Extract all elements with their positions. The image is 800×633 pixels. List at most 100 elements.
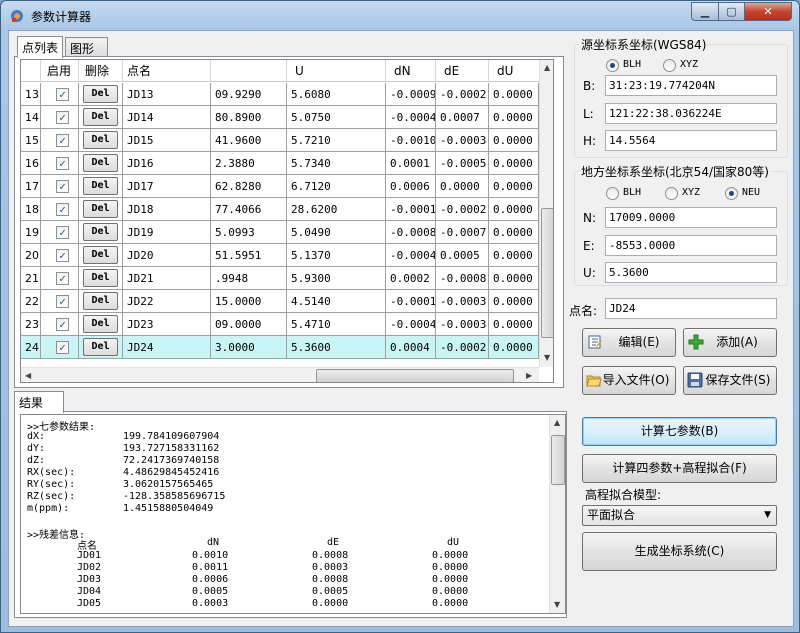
table-row[interactable]: 19 ✓ Del JD19 5.0993 5.0490 -0.0008 -0.0007 0.00… [21, 221, 539, 244]
cell-idx[interactable]: 21 [21, 267, 41, 290]
cell-u[interactable]: 28.6200 [287, 198, 386, 221]
cell-name[interactable]: JD20 [123, 244, 211, 267]
results-scroll-up-icon[interactable]: ▲ [554, 418, 560, 427]
local-radio-xyz-label[interactable]: XYZ [682, 187, 700, 198]
table-row[interactable]: 22 ✓ Del JD22 15.0000 4.5140 -0.0001 -0.0003 0.0… [21, 290, 539, 313]
cell-name[interactable]: JD13 [123, 83, 211, 106]
header-dn[interactable]: dN [386, 60, 436, 82]
header-enable[interactable]: 启用 [41, 60, 79, 82]
delete-row-button[interactable]: Del [83, 108, 118, 126]
header-name[interactable]: 点名 [123, 60, 211, 82]
results-text[interactable]: >>七参数结果: dX: 199.784109607904 dY: 193.727158… [20, 414, 566, 614]
save-file-button[interactable]: 保存文件(S) [683, 366, 777, 395]
delete-cell[interactable]: Del [79, 198, 123, 221]
cell-u[interactable]: 5.7340 [287, 152, 386, 175]
cell-du[interactable]: 0.0000 [489, 198, 539, 221]
point-grid[interactable]: 启用 删除 点名 U dN dE dU 13 ✓ Del JD13 09.9290 5.6… [20, 59, 554, 383]
cell-idx[interactable]: 16 [21, 152, 41, 175]
header-h[interactable] [211, 60, 287, 82]
cell-dn[interactable]: 0.0004 [386, 336, 436, 359]
cell-idx[interactable]: 18 [21, 198, 41, 221]
header-du[interactable]: dU [489, 60, 539, 82]
header-delete[interactable]: 删除 [79, 60, 123, 82]
scroll-left-icon[interactable]: ◀ [25, 371, 31, 380]
results-scroll-thumb[interactable] [551, 435, 565, 485]
delete-cell[interactable]: Del [79, 221, 123, 244]
cell-idx[interactable]: 23 [21, 313, 41, 336]
cell-du[interactable]: 0.0000 [489, 244, 539, 267]
header-de[interactable]: dE [436, 60, 489, 82]
cell-du[interactable]: 0.0000 [489, 313, 539, 336]
cell-u[interactable]: 5.7210 [287, 129, 386, 152]
close-button[interactable]: ✕ [744, 2, 792, 21]
table-row[interactable]: 13 ✓ Del JD13 09.9290 5.6080 -0.0009 -0.0002 0.0… [21, 83, 539, 106]
cell-de[interactable]: -0.0003 [436, 313, 489, 336]
delete-cell[interactable]: Del [79, 175, 123, 198]
delete-row-button[interactable]: Del [83, 338, 118, 356]
maximize-button[interactable]: ▢ [718, 2, 745, 21]
u-field[interactable]: 5.3600 [605, 262, 777, 283]
cell-u[interactable]: 5.3600 [287, 336, 386, 359]
cell-idx[interactable]: 24 [21, 336, 41, 359]
cell-dn[interactable]: -0.0004 [386, 244, 436, 267]
table-row[interactable]: 24 ✓ Del JD24 3.0000 5.3600 0.0004 -0.0002 0.000… [21, 336, 539, 359]
h-field[interactable]: 14.5564 [605, 130, 777, 151]
table-row[interactable]: 16 ✓ Del JD16 2.3880 5.7340 0.0001 -0.0005 0.000… [21, 152, 539, 175]
cell-h[interactable]: 5.0993 [211, 221, 287, 244]
tab-results[interactable]: 结果 [14, 391, 64, 413]
minimize-button[interactable]: ▁ [691, 2, 719, 21]
cell-u[interactable]: 5.0750 [287, 106, 386, 129]
grid-vertical-thumb[interactable] [541, 208, 553, 338]
cell-h[interactable]: 2.3880 [211, 152, 287, 175]
cell-name[interactable]: JD22 [123, 290, 211, 313]
cell-h[interactable]: 09.0000 [211, 313, 287, 336]
table-row[interactable]: 20 ✓ Del JD20 51.5951 5.1370 -0.0004 0.0005 0.00… [21, 244, 539, 267]
enable-cell[interactable]: ✓ [41, 221, 79, 244]
cell-de[interactable]: 0.0000 [436, 175, 489, 198]
cell-dn[interactable]: -0.0010 [386, 129, 436, 152]
cell-u[interactable]: 4.5140 [287, 290, 386, 313]
cell-h[interactable]: 77.4066 [211, 198, 287, 221]
cell-du[interactable]: 0.0000 [489, 129, 539, 152]
cell-h[interactable]: 51.5951 [211, 244, 287, 267]
delete-cell[interactable]: Del [79, 313, 123, 336]
table-row[interactable]: 14 ✓ Del JD14 80.8900 5.0750 -0.0004 0.0007 0.00… [21, 106, 539, 129]
l-field[interactable]: 121:22:38.036224E [605, 103, 777, 124]
cell-h[interactable]: 15.0000 [211, 290, 287, 313]
table-row[interactable]: 17 ✓ Del JD17 62.8280 6.7120 0.0006 0.0000 0.000… [21, 175, 539, 198]
cell-u[interactable]: 5.9300 [287, 267, 386, 290]
delete-cell[interactable]: Del [79, 83, 123, 106]
cell-u[interactable]: 5.0490 [287, 221, 386, 244]
local-radio-blh[interactable] [606, 187, 619, 200]
cell-idx[interactable]: 20 [21, 244, 41, 267]
enable-checkbox[interactable]: ✓ [56, 318, 69, 331]
enable-checkbox[interactable]: ✓ [56, 272, 69, 285]
cell-name[interactable]: JD14 [123, 106, 211, 129]
cell-du[interactable]: 0.0000 [489, 336, 539, 359]
cell-u[interactable]: 5.1370 [287, 244, 386, 267]
enable-cell[interactable]: ✓ [41, 83, 79, 106]
delete-cell[interactable]: Del [79, 129, 123, 152]
enable-checkbox[interactable]: ✓ [56, 88, 69, 101]
delete-cell[interactable]: Del [79, 152, 123, 175]
cell-du[interactable]: 0.0000 [489, 83, 539, 106]
cell-u[interactable]: 6.7120 [287, 175, 386, 198]
title-bar[interactable]: 参数计算器 ▁ ▢ ✕ [1, 1, 799, 29]
source-radio-blh-label[interactable]: BLH [623, 59, 641, 70]
import-file-button[interactable]: 导入文件(O) [582, 366, 676, 395]
cell-name[interactable]: JD23 [123, 313, 211, 336]
local-radio-neu-label[interactable]: NEU [742, 187, 760, 198]
grid-horizontal-thumb[interactable] [316, 369, 514, 382]
delete-row-button[interactable]: Del [83, 200, 118, 218]
delete-cell[interactable]: Del [79, 267, 123, 290]
source-radio-blh[interactable] [606, 59, 619, 72]
enable-cell[interactable]: ✓ [41, 152, 79, 175]
enable-cell[interactable]: ✓ [41, 290, 79, 313]
cell-idx[interactable]: 19 [21, 221, 41, 244]
cell-dn[interactable]: 0.0002 [386, 267, 436, 290]
cell-de[interactable]: -0.0005 [436, 152, 489, 175]
table-row[interactable]: 23 ✓ Del JD23 09.0000 5.4710 -0.0004 -0.0003 0.0… [21, 313, 539, 336]
cell-de[interactable]: -0.0002 [436, 198, 489, 221]
cell-de[interactable]: -0.0008 [436, 267, 489, 290]
enable-checkbox[interactable]: ✓ [56, 157, 69, 170]
